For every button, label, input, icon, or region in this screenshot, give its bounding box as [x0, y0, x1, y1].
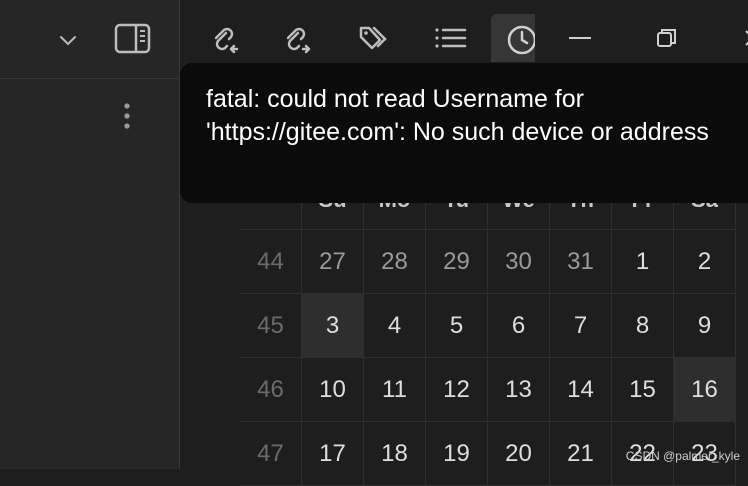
minimize-icon[interactable] — [565, 28, 595, 48]
tags-icon — [359, 26, 387, 50]
week-number: 46 — [240, 358, 302, 422]
error-tooltip: fatal: could not read Username for 'http… — [180, 63, 748, 203]
close-icon[interactable] — [741, 26, 748, 50]
calendar-day[interactable]: 1 — [612, 230, 674, 294]
calendar-day[interactable]: 16 — [674, 358, 736, 422]
calendar-day[interactable]: 13 — [488, 358, 550, 422]
calendar-day[interactable]: 10 — [302, 358, 364, 422]
calendar-day[interactable]: 11 — [364, 358, 426, 422]
tags-button[interactable] — [353, 14, 397, 62]
calendar-day[interactable]: 12 — [426, 358, 488, 422]
calendar-day[interactable]: 6 — [488, 294, 550, 358]
calendar-day[interactable]: 15 — [612, 358, 674, 422]
week-number: 44 — [240, 230, 302, 294]
sidebar-right-icon[interactable] — [114, 22, 152, 56]
outgoing-links-button[interactable] — [279, 14, 323, 62]
week-number: 47 — [240, 422, 302, 486]
calendar-day[interactable]: 9 — [674, 294, 736, 358]
calendar-day[interactable]: 21 — [550, 422, 612, 486]
calendar-button[interactable] — [491, 14, 537, 62]
calendar-day[interactable]: 2 — [674, 230, 736, 294]
calendar-day[interactable]: 7 — [550, 294, 612, 358]
calendar-day[interactable]: 8 — [612, 294, 674, 358]
week-number: 45 — [240, 294, 302, 358]
calendar-day[interactable]: 14 — [550, 358, 612, 422]
calendar-day[interactable]: 19 — [426, 422, 488, 486]
toolbar — [181, 0, 748, 62]
calendar-day[interactable]: 28 — [364, 230, 426, 294]
watermark: CSDN @palmer_kyle — [625, 449, 740, 463]
link-forward-icon — [286, 27, 311, 54]
chevron-down-icon[interactable] — [56, 28, 80, 52]
outline-button[interactable] — [429, 14, 473, 62]
error-message: fatal: could not read Username for 'http… — [206, 85, 709, 146]
left-sidebar-header — [0, 0, 179, 79]
backlinks-button[interactable] — [207, 14, 251, 62]
calendar-day[interactable]: 29 — [426, 230, 488, 294]
clock-icon — [507, 25, 537, 55]
restore-icon[interactable] — [655, 26, 679, 50]
calendar-day[interactable]: 4 — [364, 294, 426, 358]
calendar-day[interactable]: 18 — [364, 422, 426, 486]
calendar-day[interactable]: 3 — [302, 294, 364, 358]
more-vertical-icon[interactable] — [120, 102, 134, 130]
calendar-day[interactable]: 5 — [426, 294, 488, 358]
calendar-day[interactable]: 27 — [302, 230, 364, 294]
calendar-day[interactable]: 31 — [550, 230, 612, 294]
left-sidebar — [0, 0, 180, 469]
list-icon — [435, 28, 467, 48]
calendar-day[interactable]: 20 — [488, 422, 550, 486]
link-back-icon — [214, 27, 239, 54]
calendar-day[interactable]: 17 — [302, 422, 364, 486]
calendar-day[interactable]: 30 — [488, 230, 550, 294]
